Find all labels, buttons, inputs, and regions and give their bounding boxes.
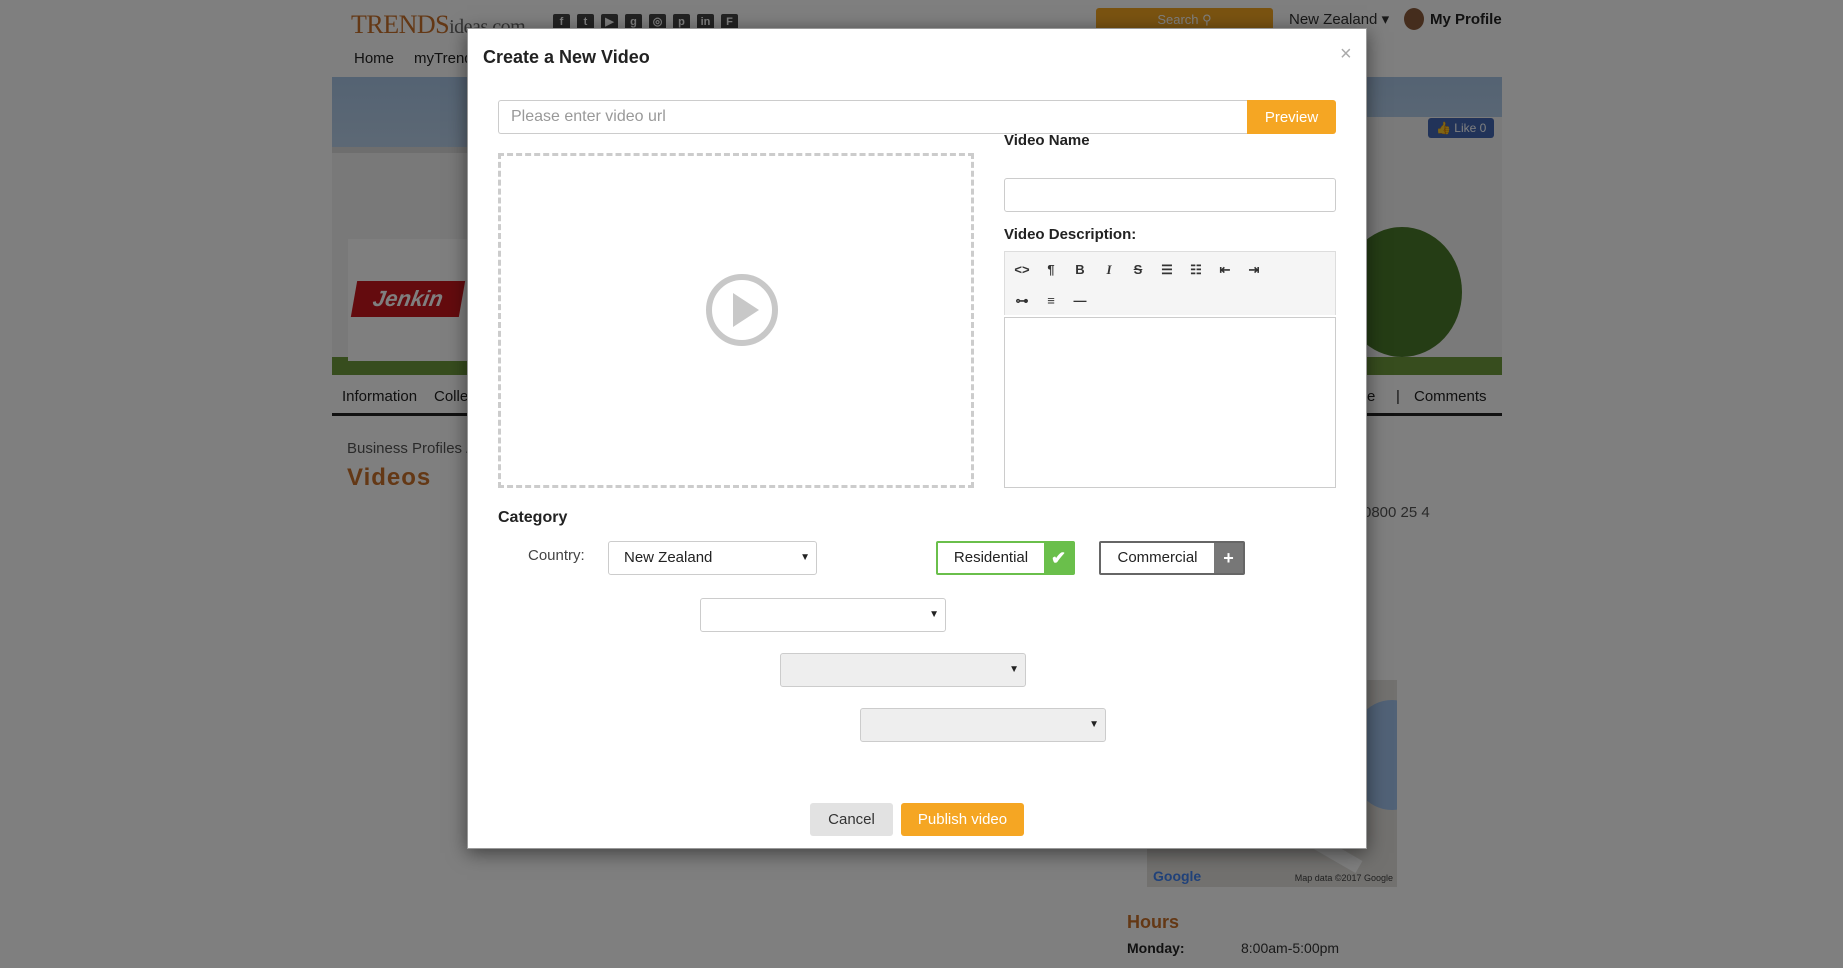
caret-down-icon: ▼ [1009,664,1019,675]
close-icon[interactable]: × [1340,43,1352,66]
video-preview-area [498,153,974,488]
create-video-modal: Create a New Video × Preview Video Name … [467,28,1367,849]
indent-icon[interactable]: ⇥ [1241,258,1267,282]
caret-down-icon: ▼ [1089,719,1099,730]
caret-down-icon: ▼ [800,552,810,563]
bold-icon[interactable]: B [1067,258,1093,282]
video-url-input[interactable] [498,100,1247,134]
country-select[interactable]: New Zealand ▼ [608,541,817,575]
category-label: Category [498,509,568,526]
cancel-button[interactable]: Cancel [810,803,893,836]
code-view-icon[interactable]: <> [1009,258,1035,282]
residential-tag[interactable]: Residential ✔ [936,541,1075,575]
editor-toolbar: <> ¶ B I S ☰ ☷ ⇤ ⇥ ⊶ ≡ — [1004,251,1336,315]
plus-icon: + [1214,543,1243,573]
country-label: Country: [528,547,585,564]
video-name-input[interactable] [1004,178,1336,212]
unordered-list-icon[interactable]: ☰ [1154,258,1180,282]
horizontal-rule-icon[interactable]: — [1067,289,1093,313]
modal-title: Create a New Video [483,47,650,67]
check-icon: ✔ [1044,543,1073,573]
category-select-2[interactable]: ▼ [780,653,1026,687]
outdent-icon[interactable]: ⇤ [1212,258,1238,282]
category-select-1[interactable]: ▼ [700,598,946,632]
italic-icon[interactable]: I [1096,258,1122,282]
ordered-list-icon[interactable]: ☷ [1183,258,1209,282]
preview-button[interactable]: Preview [1247,100,1336,134]
align-left-icon[interactable]: ≡ [1038,289,1064,313]
paragraph-icon[interactable]: ¶ [1038,258,1064,282]
video-name-label: Video Name [1004,132,1090,149]
publish-video-button[interactable]: Publish video [901,803,1024,836]
caret-down-icon: ▼ [929,609,939,620]
video-description-label: Video Description: [1004,226,1137,243]
strikethrough-icon[interactable]: S [1125,258,1151,282]
commercial-tag[interactable]: Commercial + [1099,541,1245,575]
video-description-editor[interactable] [1004,317,1336,488]
play-icon [706,274,778,346]
link-icon[interactable]: ⊶ [1009,289,1035,313]
category-select-3[interactable]: ▼ [860,708,1106,742]
